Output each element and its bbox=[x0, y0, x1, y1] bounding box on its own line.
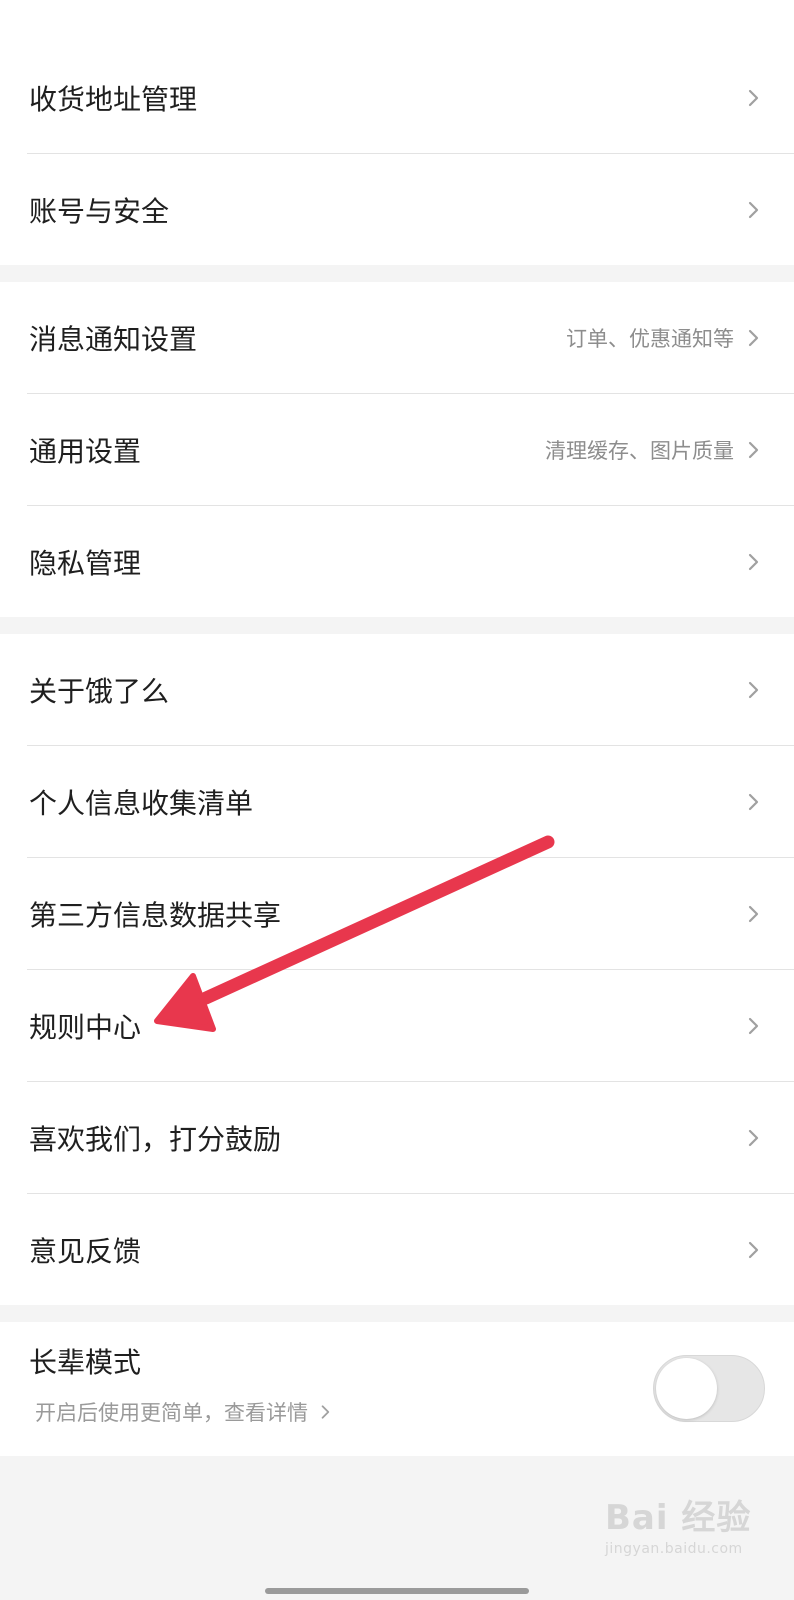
toggle-knob bbox=[656, 1358, 717, 1419]
row-label: 喜欢我们，打分鼓励 bbox=[29, 1122, 282, 1156]
row-label: 收货地址管理 bbox=[29, 82, 198, 116]
chevron-right-icon bbox=[742, 1015, 764, 1037]
chevron-right-icon bbox=[742, 551, 764, 573]
home-indicator[interactable] bbox=[265, 1588, 529, 1594]
row-label: 意见反馈 bbox=[29, 1234, 142, 1268]
chevron-right-icon bbox=[742, 87, 764, 109]
row-label: 规则中心 bbox=[29, 1010, 142, 1044]
row-general-settings[interactable]: 通用设置 清理缓存、图片质量 bbox=[0, 394, 794, 505]
chevron-right-icon bbox=[321, 1405, 330, 1419]
row-account-security[interactable]: 账号与安全 bbox=[0, 154, 794, 265]
chevron-right-icon bbox=[742, 679, 764, 701]
row-rules-center[interactable]: 规则中心 bbox=[0, 970, 794, 1081]
row-label: 隐私管理 bbox=[29, 546, 142, 580]
row-detail: 清理缓存、图片质量 bbox=[545, 438, 734, 463]
row-detail: 订单、优惠通知等 bbox=[566, 326, 734, 351]
row-privacy-management[interactable]: 隐私管理 bbox=[0, 506, 794, 617]
settings-group-account: 收货地址管理 账号与安全 bbox=[0, 42, 794, 265]
row-label: 账号与安全 bbox=[29, 194, 170, 228]
settings-group-about: 关于饿了么 个人信息收集清单 第三方信息数据共享 规则中心 喜欢我们，打分鼓励 … bbox=[0, 634, 794, 1305]
top-strip bbox=[0, 0, 794, 42]
chevron-right-icon bbox=[742, 327, 764, 349]
chevron-right-icon bbox=[742, 199, 764, 221]
watermark-url: jingyan.baidu.com bbox=[605, 1541, 743, 1557]
elder-mode-title: 长辈模式 bbox=[29, 1346, 142, 1379]
elder-mode-section: 长辈模式 开启后使用更简单，查看详情 bbox=[0, 1322, 794, 1456]
chevron-right-icon bbox=[742, 439, 764, 461]
row-label: 个人信息收集清单 bbox=[29, 786, 254, 820]
chevron-right-icon bbox=[742, 1239, 764, 1261]
elder-mode-subtitle: 开启后使用更简单，查看详情 bbox=[35, 1401, 308, 1425]
row-rate-us[interactable]: 喜欢我们，打分鼓励 bbox=[0, 1082, 794, 1193]
baidu-jingyan-watermark: Bai 经验 jingyan.baidu.com bbox=[605, 1490, 765, 1557]
row-third-party-sharing[interactable]: 第三方信息数据共享 bbox=[0, 858, 794, 969]
row-notification-settings[interactable]: 消息通知设置 订单、优惠通知等 bbox=[0, 282, 794, 393]
row-label: 通用设置 bbox=[29, 434, 142, 468]
chevron-right-icon bbox=[742, 903, 764, 925]
elder-mode-details-link[interactable]: 开启后使用更简单，查看详情 bbox=[35, 1397, 334, 1427]
row-about-eleme[interactable]: 关于饿了么 bbox=[0, 634, 794, 745]
watermark-logo: Bai 经验 bbox=[605, 1490, 765, 1539]
chevron-right-icon bbox=[742, 1127, 764, 1149]
row-label: 第三方信息数据共享 bbox=[29, 898, 282, 932]
row-address-management[interactable]: 收货地址管理 bbox=[0, 42, 794, 153]
settings-group-general: 消息通知设置 订单、优惠通知等 通用设置 清理缓存、图片质量 隐私管理 bbox=[0, 282, 794, 617]
row-personal-info-list[interactable]: 个人信息收集清单 bbox=[0, 746, 794, 857]
row-label: 关于饿了么 bbox=[29, 674, 170, 708]
watermark-text: Bai 经验 bbox=[605, 1498, 752, 1538]
row-feedback[interactable]: 意见反馈 bbox=[0, 1194, 794, 1305]
chevron-right-icon bbox=[742, 791, 764, 813]
elder-mode-toggle[interactable] bbox=[653, 1355, 765, 1422]
row-label: 消息通知设置 bbox=[29, 322, 198, 356]
